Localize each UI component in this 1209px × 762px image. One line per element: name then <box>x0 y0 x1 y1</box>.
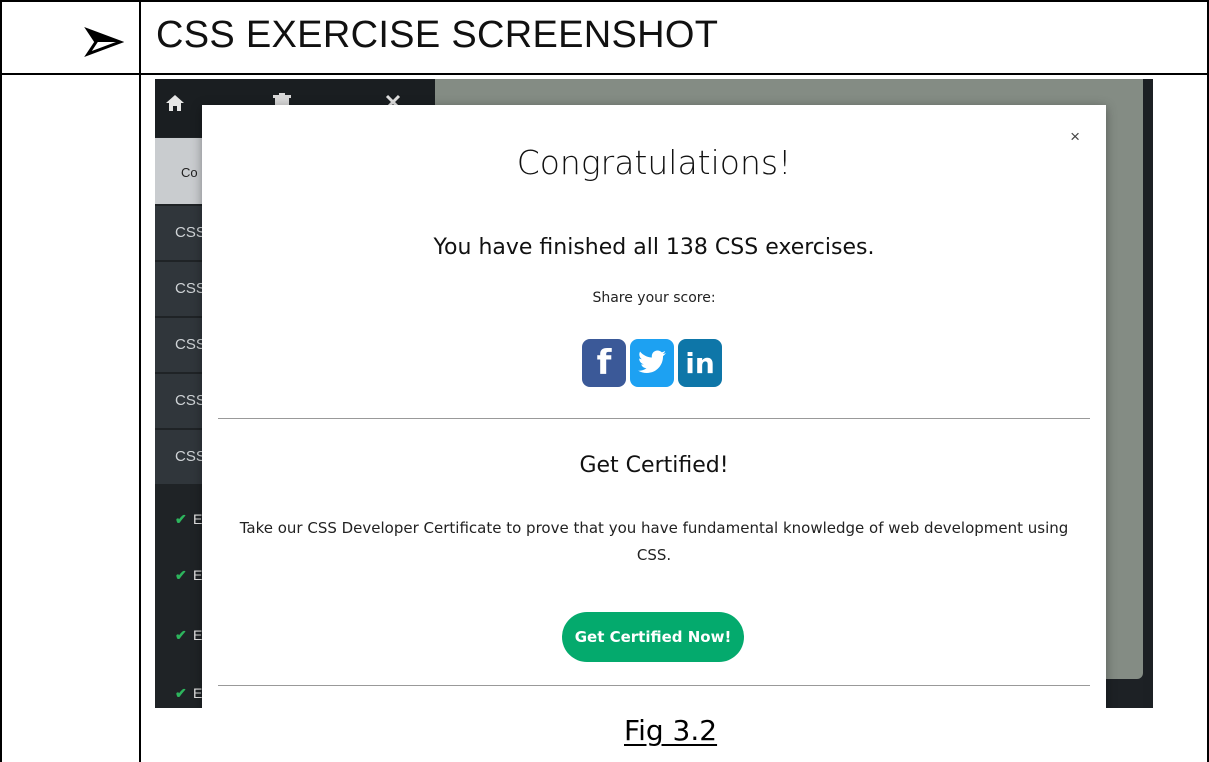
modal-title: Congratulations! <box>516 143 792 182</box>
twitter-icon[interactable] <box>630 339 674 387</box>
arrow-bullet-icon <box>74 12 134 72</box>
get-certified-button[interactable]: Get Certified Now! <box>562 612 744 662</box>
course-button-label: Co <box>181 165 198 180</box>
checkmark-icon: ✔ <box>175 511 187 527</box>
checkmark-icon: ✔ <box>175 685 187 701</box>
embedded-screenshot: Co CSS CSS CSS CSS CSS ✔ E ✔ E ✔ E ✔ E × Con… <box>155 79 1153 708</box>
certificate-description: Take our CSS Developer Certificate to pr… <box>239 519 1069 564</box>
divider <box>218 418 1090 419</box>
exercise-label: E <box>193 627 203 643</box>
home-icon[interactable] <box>165 93 185 119</box>
checkmark-icon: ✔ <box>175 567 187 583</box>
document-table: CSS EXERCISE SCREENSHOT Co CSS CSS CSS C <box>0 0 1209 762</box>
exercise-label: E <box>193 685 203 701</box>
table-row-divider <box>0 73 1209 75</box>
linkedin-icon[interactable]: in <box>678 339 722 387</box>
divider <box>218 685 1090 686</box>
social-share-buttons: f in <box>582 339 722 387</box>
checkmark-icon: ✔ <box>175 627 187 643</box>
facebook-icon[interactable]: f <box>582 339 626 387</box>
finished-message: You have finished all 138 CSS exercises. <box>433 235 875 260</box>
figure-caption: Fig 3.2 <box>624 714 718 747</box>
right-edge-strip <box>1143 79 1153 708</box>
exercise-label: E <box>193 511 203 527</box>
get-certified-heading: Get Certified! <box>579 453 729 478</box>
table-border-top <box>0 0 1209 2</box>
table-col-divider <box>139 0 141 762</box>
section-title: CSS EXERCISE SCREENSHOT <box>156 14 719 56</box>
congratulations-modal: × Congratulations! You have finished all… <box>202 105 1106 708</box>
share-label: Share your score: <box>592 290 716 306</box>
exercise-label: E <box>193 567 203 583</box>
table-border-left <box>0 0 2 762</box>
